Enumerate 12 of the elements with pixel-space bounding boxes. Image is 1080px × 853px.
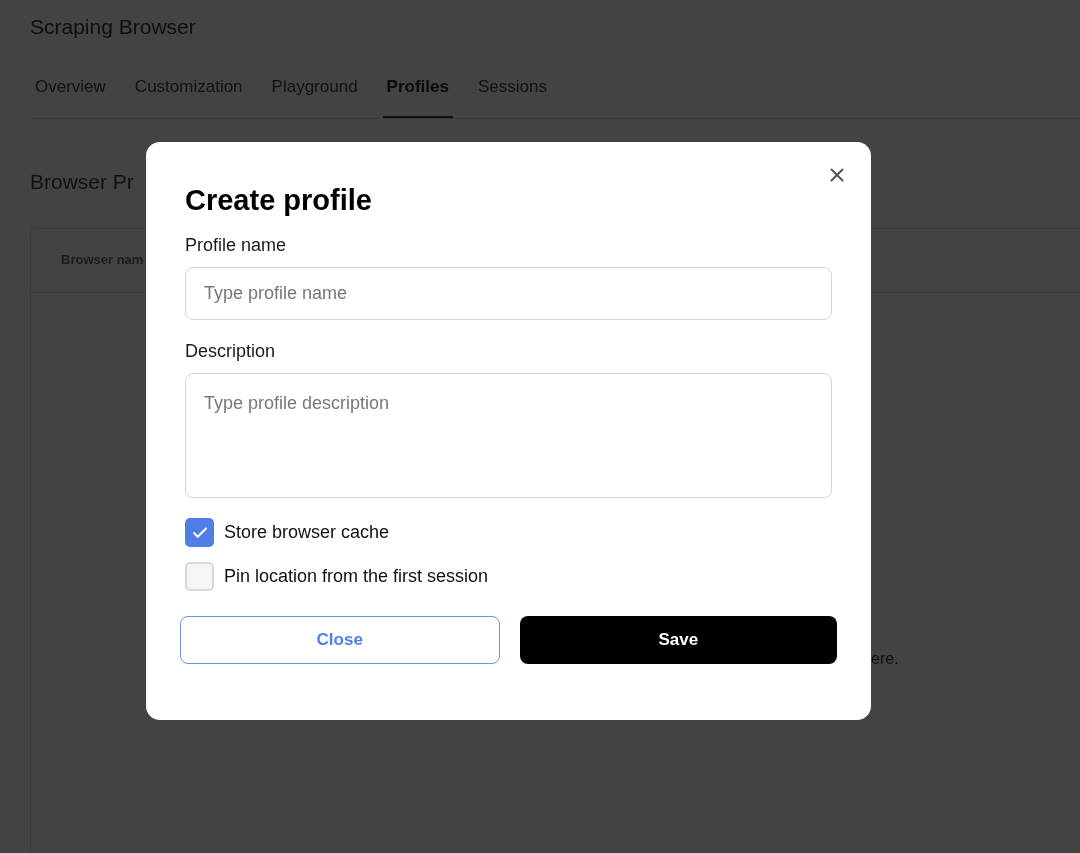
dialog-title: Create profile xyxy=(185,183,373,218)
profile-name-field[interactable]: Type profile name xyxy=(185,267,832,320)
save-button[interactable]: Save xyxy=(519,616,837,664)
checkbox-label: Pin location from the first session xyxy=(224,565,489,588)
description-field[interactable]: Type profile description xyxy=(185,373,832,498)
checkbox-label: Store browser cache xyxy=(224,521,390,544)
close-button[interactable]: Close xyxy=(180,616,500,664)
field-label: Profile name xyxy=(185,234,288,256)
checkbox[interactable] xyxy=(185,518,214,547)
tab[interactable]: Profiles xyxy=(382,74,453,118)
field-label: Description xyxy=(185,340,277,362)
checkbox[interactable] xyxy=(185,562,214,591)
